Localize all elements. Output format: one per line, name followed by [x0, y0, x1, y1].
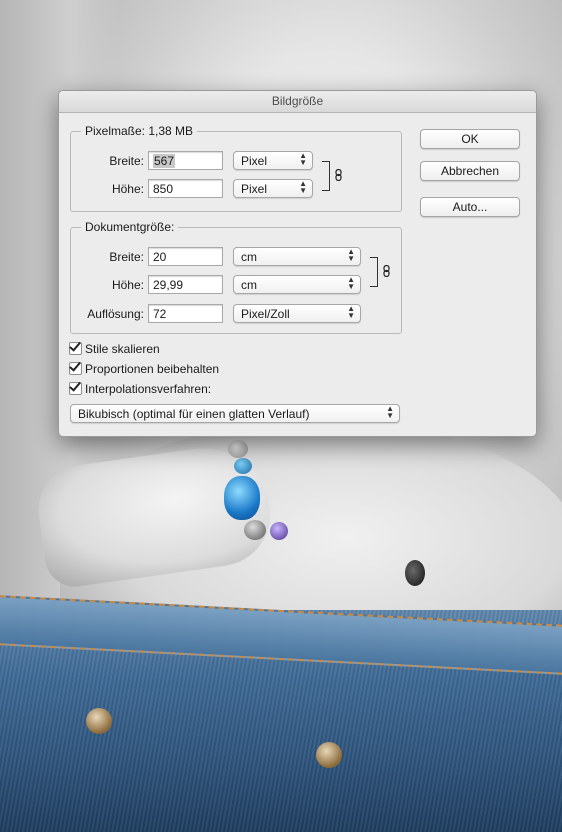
pixel-dimensions-legend: Pixelmaße: 1,38 MB	[81, 124, 198, 138]
resolution-label: Auflösung:	[87, 307, 144, 321]
pixel-height-unit: Pixel	[241, 182, 268, 196]
resolution-field[interactable]: 72	[148, 304, 223, 323]
dialog-title[interactable]: Bildgröße	[59, 91, 536, 113]
pixel-width-label: Breite:	[109, 154, 144, 168]
link-bracket	[322, 161, 330, 191]
pixel-height-field[interactable]: 850	[148, 179, 223, 198]
bead	[224, 476, 260, 520]
resample-label: Interpolationsverfahren:	[85, 382, 212, 396]
image-size-dialog: Bildgröße Pixelmaße: 1,38 MB Breite: 567…	[58, 90, 537, 437]
checkmark-icon	[69, 362, 82, 375]
pixel-height-unit-select[interactable]: Pixel ▲ ▼	[233, 179, 313, 198]
scale-styles-label: Stile skalieren	[85, 342, 160, 356]
doc-height-value: 29,99	[153, 278, 184, 292]
doc-height-field[interactable]: 29,99	[148, 275, 223, 294]
bracelet	[220, 440, 290, 550]
updown-arrows-icon: ▲ ▼	[347, 275, 355, 291]
resolution-unit: Pixel/Zoll	[241, 307, 290, 321]
updown-arrows-icon: ▲ ▼	[299, 151, 307, 167]
doc-width-unit-select[interactable]: cm ▲ ▼	[233, 247, 361, 266]
pixel-height-label: Höhe:	[111, 182, 144, 196]
bead	[228, 440, 248, 458]
link-bracket	[370, 257, 378, 287]
checkmark-icon	[69, 342, 82, 355]
pixel-width-value: 567	[153, 154, 176, 168]
jeans-button	[86, 708, 112, 734]
doc-width-unit: cm	[241, 250, 257, 264]
bead	[244, 520, 266, 540]
doc-height-label: Höhe:	[111, 278, 144, 292]
updown-arrows-icon: ▲ ▼	[299, 179, 307, 195]
bead	[234, 458, 252, 474]
doc-width-value: 20	[153, 250, 167, 264]
doc-width-field[interactable]: 20	[148, 247, 223, 266]
resample-method: Bikubisch (optimal für einen glatten Ver…	[78, 407, 310, 421]
resolution-unit-select[interactable]: Pixel/Zoll ▲ ▼	[233, 304, 361, 323]
cancel-button[interactable]: Abbrechen	[420, 161, 520, 181]
chain-link-icon	[335, 169, 342, 181]
resample-checkbox[interactable]: Interpolationsverfahren:	[69, 381, 211, 397]
updown-arrows-icon: ▲ ▼	[386, 404, 394, 420]
updown-arrows-icon: ▲ ▼	[347, 247, 355, 263]
constrain-proportions-label: Proportionen beibehalten	[85, 362, 220, 376]
pixel-dimensions-group: Pixelmaße: 1,38 MB	[70, 124, 402, 212]
pixel-width-field[interactable]: 567	[148, 151, 223, 170]
auto-button[interactable]: Auto...	[420, 197, 520, 217]
ok-button[interactable]: OK	[420, 129, 520, 149]
doc-width-label: Breite:	[109, 250, 144, 264]
resolution-value: 72	[153, 307, 167, 321]
constrain-proportions-checkbox[interactable]: Proportionen beibehalten	[69, 361, 219, 377]
scale-styles-checkbox[interactable]: Stile skalieren	[69, 341, 160, 357]
updown-arrows-icon: ▲ ▼	[347, 304, 355, 320]
chain-link-icon	[383, 265, 390, 277]
jeans-button	[316, 742, 342, 768]
navel	[405, 560, 425, 586]
document-size-legend: Dokumentgröße:	[81, 220, 179, 234]
checkmark-icon	[69, 382, 82, 395]
bead	[270, 522, 288, 540]
pixel-width-unit: Pixel	[241, 154, 268, 168]
doc-height-unit: cm	[241, 278, 257, 292]
pixel-height-value: 850	[153, 182, 174, 196]
resample-method-select[interactable]: Bikubisch (optimal für einen glatten Ver…	[70, 404, 400, 423]
pixel-width-unit-select[interactable]: Pixel ▲ ▼	[233, 151, 313, 170]
doc-height-unit-select[interactable]: cm ▲ ▼	[233, 275, 361, 294]
